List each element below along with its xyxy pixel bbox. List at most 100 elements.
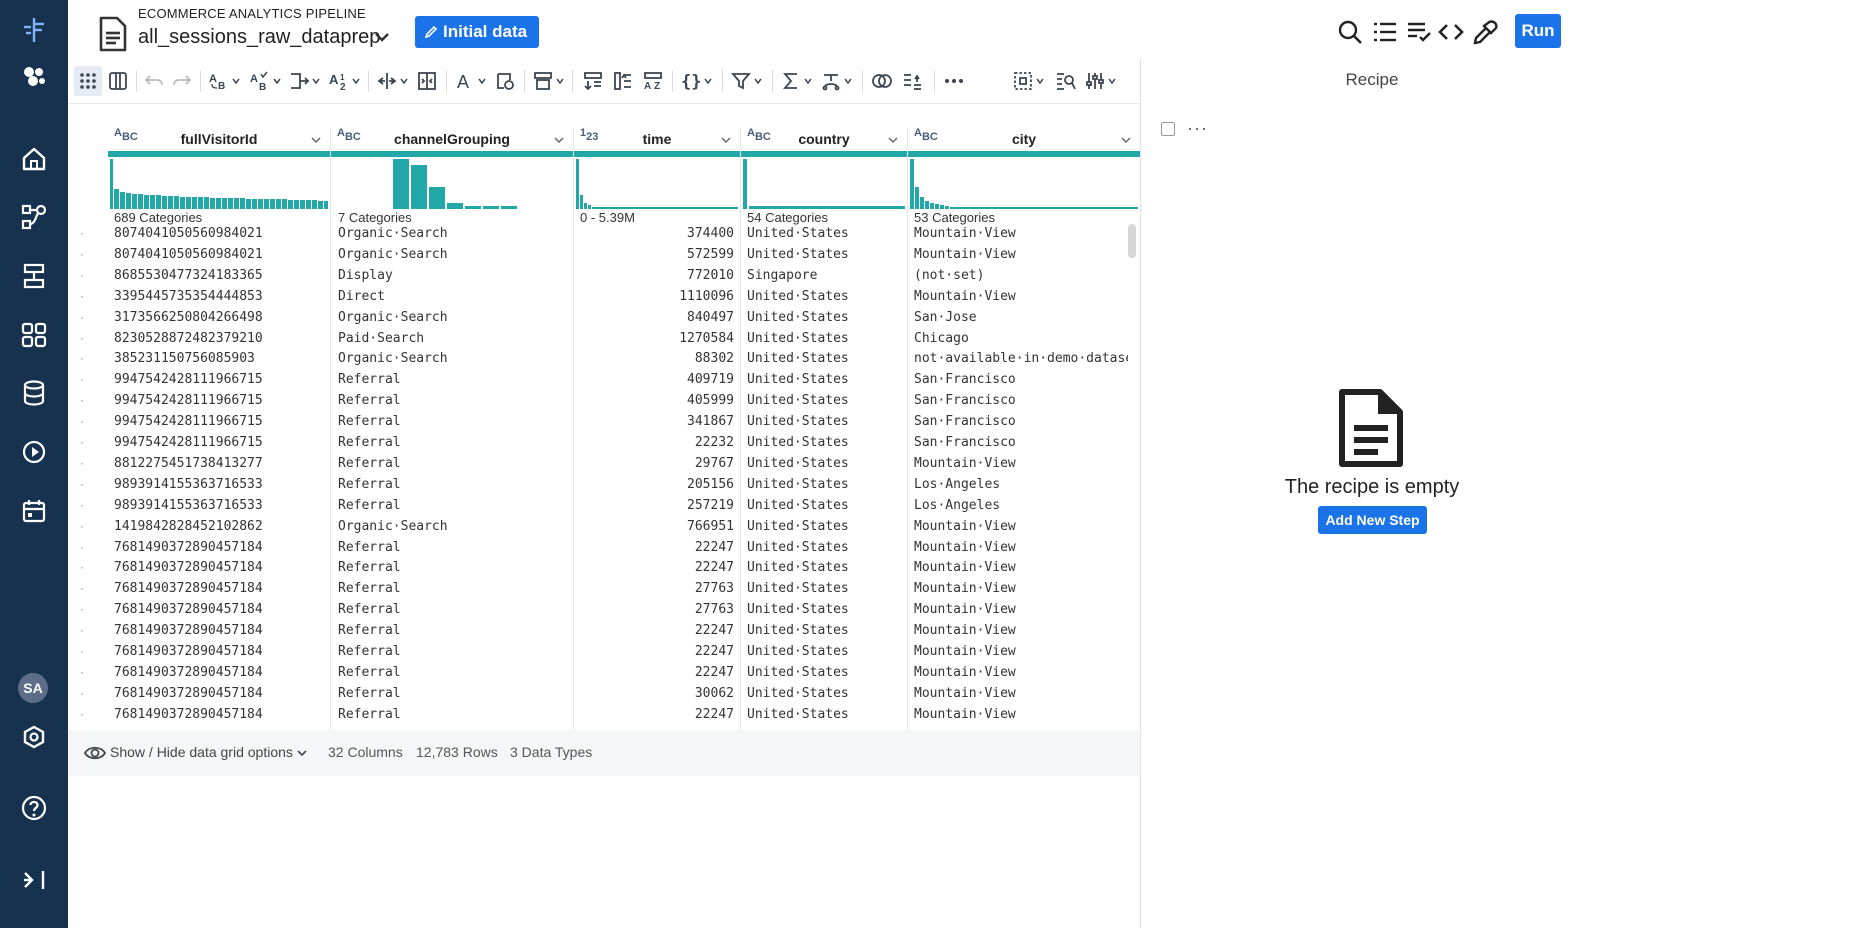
- table-cell[interactable]: Mountain·View: [914, 581, 1128, 596]
- table-cell[interactable]: 8074041050560984021: [114, 226, 324, 241]
- table-cell[interactable]: 9947542428111966715: [114, 414, 324, 429]
- table-cell[interactable]: 341867: [574, 414, 734, 429]
- table-cell[interactable]: United·States: [747, 581, 902, 596]
- table-cell[interactable]: 30062: [574, 686, 734, 701]
- table-cell[interactable]: United·States: [747, 351, 902, 366]
- data-grid[interactable]: ABC fullVisitorId ABC channelGrouping 12…: [68, 104, 1140, 730]
- row-marker[interactable]: ·: [80, 623, 84, 637]
- column-header-country[interactable]: ABC country: [741, 128, 907, 150]
- row-marker[interactable]: ·: [80, 310, 84, 324]
- sort-icon[interactable]: A21: [326, 66, 362, 96]
- table-cell[interactable]: United·States: [747, 331, 902, 346]
- row-marker[interactable]: ·: [80, 686, 84, 700]
- table-cell[interactable]: Referral: [338, 414, 568, 429]
- row-marker[interactable]: ·: [80, 372, 84, 386]
- data-quality-bar[interactable]: [741, 151, 908, 157]
- initial-data-button[interactable]: Initial data: [415, 16, 540, 48]
- table-cell[interactable]: United·States: [747, 498, 902, 513]
- run-button[interactable]: Run: [1515, 14, 1561, 48]
- table-cell[interactable]: 1110096: [574, 289, 734, 304]
- recipe-more-options[interactable]: ···: [1187, 118, 1208, 139]
- table-cell[interactable]: United·States: [747, 393, 902, 408]
- column-menu-chevron-icon[interactable]: [553, 134, 565, 146]
- more-options-icon[interactable]: [940, 66, 968, 96]
- table-cell[interactable]: 88302: [574, 351, 734, 366]
- table-cell[interactable]: Display: [338, 268, 568, 283]
- data-quality-bar[interactable]: [908, 151, 1140, 157]
- select-all-steps-checkbox[interactable]: [1161, 122, 1175, 136]
- conditional-format-icon[interactable]: [492, 66, 518, 96]
- table-cell[interactable]: United·States: [747, 310, 902, 325]
- table-cell[interactable]: Referral: [338, 540, 568, 555]
- column-header-time[interactable]: 123 time: [574, 128, 740, 150]
- format-icon[interactable]: AB: [248, 66, 282, 96]
- table-cell[interactable]: 8230528872482379210: [114, 331, 324, 346]
- table-cell[interactable]: San·Francisco: [914, 393, 1128, 408]
- table-cell[interactable]: 766951: [574, 519, 734, 534]
- table-cell[interactable]: not·available·in·demo·dataset: [914, 351, 1128, 366]
- table-cell[interactable]: 7681490372890457184: [114, 665, 324, 680]
- table-cell[interactable]: 772010: [574, 268, 734, 283]
- table-cell[interactable]: Mountain·View: [914, 519, 1128, 534]
- table-cell[interactable]: 22247: [574, 623, 734, 638]
- table-cell[interactable]: Referral: [338, 498, 568, 513]
- table-cell[interactable]: 840497: [574, 310, 734, 325]
- table-cell[interactable]: United·States: [747, 644, 902, 659]
- row-marker[interactable]: ·: [80, 602, 84, 616]
- table-cell[interactable]: 405999: [574, 393, 734, 408]
- table-cell[interactable]: Referral: [338, 623, 568, 638]
- table-cell[interactable]: Organic·Search: [338, 247, 568, 262]
- table-cell[interactable]: 9947542428111966715: [114, 393, 324, 408]
- column-list-icon[interactable]: [1369, 16, 1401, 48]
- table-cell[interactable]: Mountain·View: [914, 602, 1128, 617]
- plans-icon[interactable]: [14, 256, 54, 296]
- histogram-country[interactable]: [743, 159, 905, 209]
- table-cell[interactable]: Mountain·View: [914, 665, 1128, 680]
- table-cell[interactable]: Referral: [338, 456, 568, 471]
- table-cell[interactable]: Organic·Search: [338, 519, 568, 534]
- table-cell[interactable]: Referral: [338, 477, 568, 492]
- table-cell[interactable]: Referral: [338, 372, 568, 387]
- change-type-icon[interactable]: AB: [206, 66, 242, 96]
- table-cell[interactable]: Organic·Search: [338, 351, 568, 366]
- table-cell[interactable]: 7681490372890457184: [114, 581, 324, 596]
- table-cell[interactable]: Referral: [338, 602, 568, 617]
- table-cell[interactable]: 572599: [574, 247, 734, 262]
- vertical-scrollbar[interactable]: [1128, 224, 1136, 258]
- chevron-down-icon[interactable]: [296, 747, 308, 759]
- table-cell[interactable]: Mountain·View: [914, 560, 1128, 575]
- table-cell[interactable]: Referral: [338, 393, 568, 408]
- table-cell[interactable]: 7681490372890457184: [114, 540, 324, 555]
- table-cell[interactable]: 8812275451738413277: [114, 456, 324, 471]
- data-quality-bar[interactable]: [331, 151, 574, 157]
- row-marker[interactable]: ·: [80, 644, 84, 658]
- split-column-icon[interactable]: [414, 66, 440, 96]
- flows-icon[interactable]: [14, 197, 54, 237]
- job-history-icon[interactable]: [14, 432, 54, 472]
- table-cell[interactable]: Referral: [338, 435, 568, 450]
- table-cell[interactable]: 8074041050560984021: [114, 247, 324, 262]
- eye-icon[interactable]: [84, 743, 106, 763]
- table-cell[interactable]: Mountain·View: [914, 644, 1128, 659]
- connections-database-icon[interactable]: [14, 373, 54, 413]
- table-cell[interactable]: 22247: [574, 707, 734, 722]
- table-cell[interactable]: 22247: [574, 665, 734, 680]
- nested-functions-icon[interactable]: {}: [678, 66, 714, 96]
- row-marker[interactable]: ·: [80, 414, 84, 428]
- flow-name[interactable]: ECOMMERCE ANALYTICS PIPELINE: [138, 6, 366, 21]
- table-cell[interactable]: Referral: [338, 644, 568, 659]
- table-cell[interactable]: 29767: [574, 456, 734, 471]
- table-cell[interactable]: Organic·Search: [338, 226, 568, 241]
- table-cell[interactable]: 8685530477324183365: [114, 268, 324, 283]
- table-cell[interactable]: Mountain·View: [914, 623, 1128, 638]
- table-cell[interactable]: 374400: [574, 226, 734, 241]
- table-cell[interactable]: 7681490372890457184: [114, 644, 324, 659]
- eyedropper-icon[interactable]: [1469, 16, 1501, 48]
- table-cell[interactable]: United·States: [747, 540, 902, 555]
- table-cell[interactable]: Referral: [338, 707, 568, 722]
- table-cell[interactable]: 257219: [574, 498, 734, 513]
- column-header-channelgrouping[interactable]: ABC channelGrouping: [331, 128, 573, 150]
- table-cell[interactable]: United·States: [747, 289, 902, 304]
- move-column-icon[interactable]: [374, 66, 410, 96]
- table-cell[interactable]: United·States: [747, 477, 902, 492]
